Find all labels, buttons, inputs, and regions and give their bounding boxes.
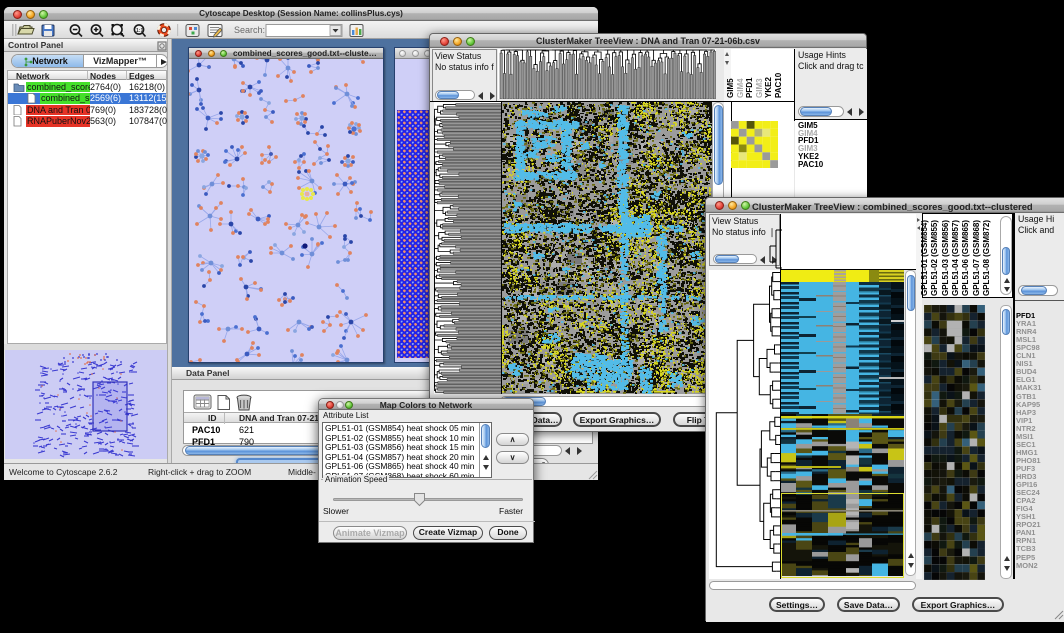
svg-text:1:1: 1:1 bbox=[136, 28, 143, 34]
svg-text:Search:: Search: bbox=[234, 25, 265, 35]
